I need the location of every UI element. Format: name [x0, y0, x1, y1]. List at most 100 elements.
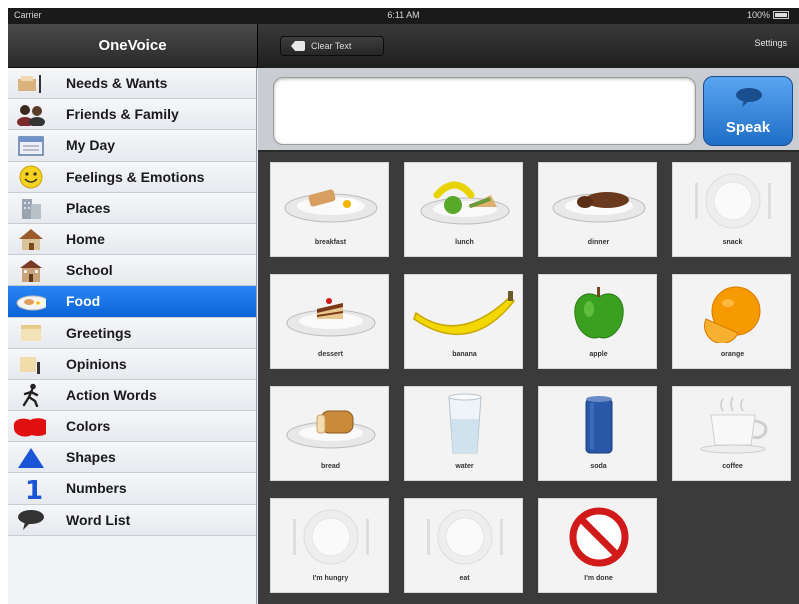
category-item-places[interactable]: Places [8, 192, 256, 224]
tile-label: bread [320, 463, 341, 470]
symbol-tile-bread[interactable]: bread [270, 386, 389, 481]
tile-label: coffee [722, 463, 743, 470]
speech-bubble-icon [734, 87, 764, 113]
coffee-cup-icon [673, 393, 792, 457]
category-item-word-list[interactable]: Word List [8, 504, 256, 536]
tile-label: breakfast [314, 239, 347, 246]
symbol-tile-snack[interactable]: snack [672, 162, 791, 257]
category-label: Numbers [66, 480, 127, 497]
empty-plate-icon [271, 505, 390, 569]
message-text-field[interactable] [273, 77, 696, 145]
school-icon [16, 259, 46, 282]
tile-label: snack [722, 239, 743, 246]
number-one-icon: 1 [16, 476, 46, 502]
breakfast-plate-icon [271, 169, 390, 233]
clear-text-label: Clear Text [311, 41, 352, 51]
settings-button[interactable]: Settings [754, 38, 787, 48]
symbol-tile-water[interactable]: water [404, 386, 523, 481]
category-item-friends-family[interactable]: Friends & Family [8, 99, 256, 131]
speech-bubble-icon [16, 509, 46, 532]
category-label: Places [66, 199, 111, 216]
status-bar: Carrier 6:11 AM 100% [8, 8, 799, 24]
tile-label: soda [590, 463, 607, 470]
message-bar: Speak [258, 68, 799, 152]
category-label: Feelings & Emotions [66, 168, 205, 185]
triangle-icon [16, 446, 46, 469]
backspace-icon [291, 41, 305, 51]
symbol-tile-soda[interactable]: soda [538, 386, 657, 481]
prohibited-icon [539, 505, 658, 569]
empty-plate-icon [405, 505, 524, 569]
main-panel: Speak breakfast lunch dinner snack desse… [258, 68, 799, 604]
category-item-shapes[interactable]: Shapes [8, 442, 256, 474]
red-blob-icon [13, 415, 46, 438]
category-item-home[interactable]: Home [8, 223, 256, 256]
symbol-tile-im-hungry[interactable]: I'm hungry [270, 498, 389, 593]
category-item-numbers[interactable]: 1 Numbers [8, 473, 256, 505]
apple-icon [539, 281, 658, 345]
people-icon [16, 103, 46, 126]
greetings-icon [16, 322, 46, 345]
category-item-opinions[interactable]: Opinions [8, 348, 256, 380]
category-list: Needs & Wants Friends & Family My Day Fe… [8, 68, 257, 604]
tile-label: dessert [318, 351, 343, 358]
symbol-tile-eat[interactable]: eat [404, 498, 523, 593]
cake-icon [271, 281, 390, 345]
battery-icon [773, 11, 789, 19]
tile-label: I'm done [584, 575, 613, 582]
symbol-tile-dinner[interactable]: dinner [538, 162, 657, 257]
symbol-tile-apple[interactable]: apple [538, 274, 657, 369]
tile-label: apple [589, 351, 608, 358]
symbol-tile-coffee[interactable]: coffee [672, 386, 791, 481]
tile-label: I'm hungry [312, 575, 349, 582]
category-item-food[interactable]: Food [8, 286, 256, 318]
battery-indicator: 100% [747, 10, 789, 20]
category-item-needs-wants[interactable]: Needs & Wants [8, 68, 256, 100]
building-icon [16, 197, 46, 220]
symbol-tile-breakfast[interactable]: breakfast [270, 162, 389, 257]
category-item-colors[interactable]: Colors [8, 411, 256, 443]
ipad-screen: Carrier 6:11 AM 100% OneVoice Clear Text… [8, 8, 799, 604]
smiley-icon [16, 165, 46, 189]
house-icon [16, 228, 46, 251]
tile-label: water [455, 463, 474, 470]
symbol-tile-orange[interactable]: orange [672, 274, 791, 369]
calendar-icon [16, 134, 46, 157]
category-label: Shapes [66, 449, 116, 466]
tile-label: lunch [455, 239, 474, 246]
speak-button[interactable]: Speak [703, 76, 793, 146]
clear-text-button[interactable]: Clear Text [280, 36, 384, 56]
empty-plate-icon [673, 169, 792, 233]
opinions-icon [16, 353, 46, 376]
category-label: Friends & Family [66, 106, 179, 123]
water-glass-icon [405, 393, 524, 457]
dinner-plate-icon [539, 169, 658, 233]
symbol-tile-im-done[interactable]: I'm done [538, 498, 657, 593]
symbol-tile-banana[interactable]: banana [404, 274, 523, 369]
tile-label: orange [720, 351, 745, 358]
plate-icon [16, 290, 46, 313]
symbol-grid: breakfast lunch dinner snack dessert ban… [270, 162, 792, 602]
battery-percent: 100% [746, 10, 770, 20]
category-label: Home [66, 230, 105, 247]
category-item-greetings[interactable]: Greetings [8, 317, 256, 349]
category-item-action-words[interactable]: Action Words [8, 379, 256, 412]
category-item-my-day[interactable]: My Day [8, 130, 256, 162]
category-label: Food [66, 293, 101, 310]
svg-text:1: 1 [25, 476, 43, 502]
category-item-feelings-emotions[interactable]: Feelings & Emotions [8, 161, 256, 193]
category-item-school[interactable]: School [8, 255, 256, 287]
tile-label: eat [459, 575, 470, 582]
lunch-plate-icon [405, 169, 524, 233]
toolbar: Clear Text Settings [257, 24, 799, 68]
bread-icon [271, 393, 390, 457]
category-label: Action Words [66, 386, 157, 403]
symbol-tile-lunch[interactable]: lunch [404, 162, 523, 257]
symbol-tile-dessert[interactable]: dessert [270, 274, 389, 369]
clock: 6:11 AM [387, 10, 420, 20]
category-label: School [66, 262, 113, 279]
running-person-icon [16, 384, 46, 408]
category-label: Colors [66, 418, 111, 435]
app-title: OneVoice [8, 24, 257, 68]
category-label: My Day [66, 137, 116, 154]
